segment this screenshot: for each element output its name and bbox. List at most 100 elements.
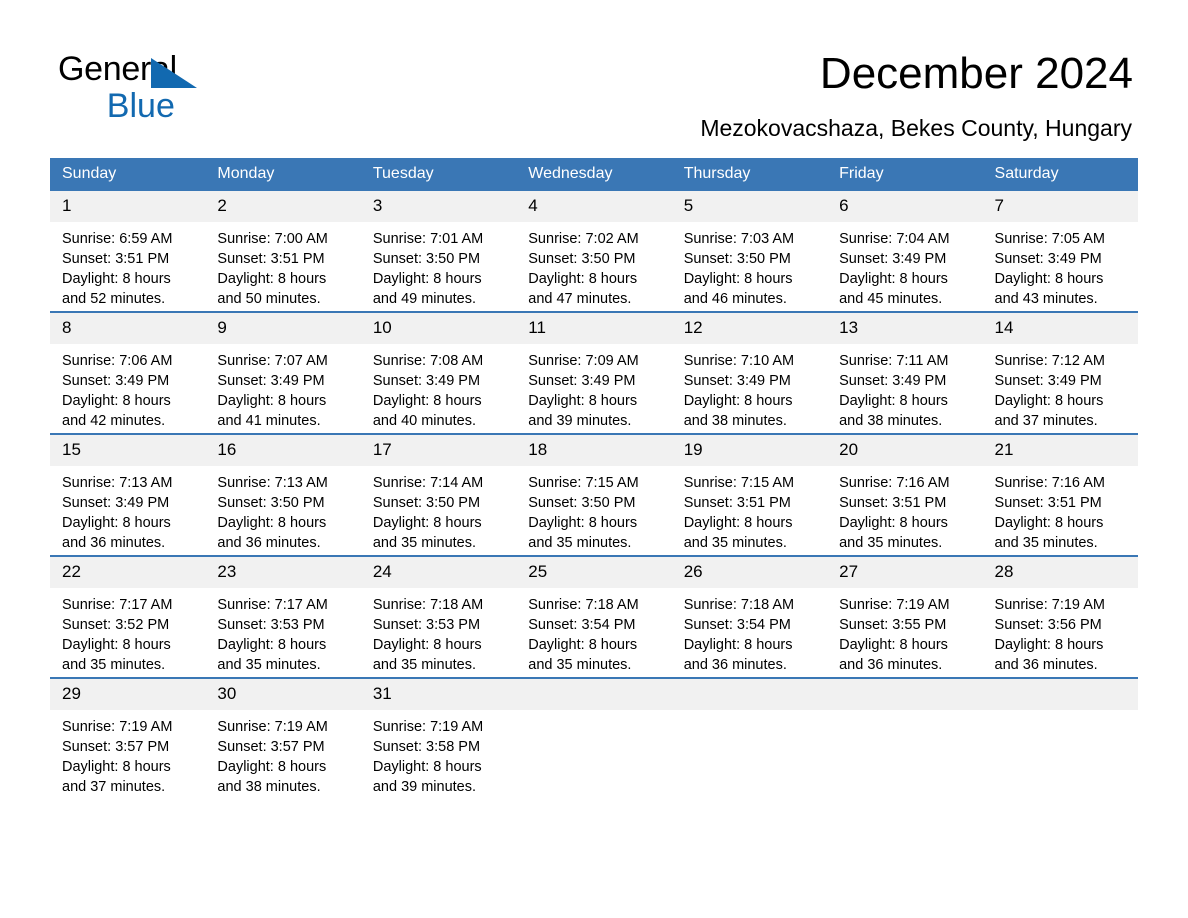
sunrise-text: Sunrise: 7:05 AM: [994, 231, 1105, 247]
daylight-text-line2: and 35 minutes.: [372, 657, 477, 673]
day-details: [516, 710, 671, 717]
calendar-week-row: 1 Sunrise: 6:59 AM Sunset: 3:51 PM Dayli…: [50, 191, 1138, 312]
day-details: Sunrise: 7:19 AM Sunset: 3:57 PM Dayligh…: [205, 710, 360, 797]
day-details: Sunrise: 7:18 AM Sunset: 3:54 PM Dayligh…: [672, 588, 827, 675]
day-cell[interactable]: 9 Sunrise: 7:07 AM Sunset: 3:49 PM Dayli…: [205, 311, 361, 434]
day-cell[interactable]: 27 Sunrise: 7:19 AM Sunset: 3:55 PM Dayl…: [827, 555, 983, 678]
day-cell[interactable]: 13 Sunrise: 7:11 AM Sunset: 3:49 PM Dayl…: [827, 311, 983, 434]
day-cell[interactable]: 29 Sunrise: 7:19 AM Sunset: 3:57 PM Dayl…: [50, 677, 206, 799]
day-number: 23: [205, 557, 361, 588]
day-cell[interactable]: 10 Sunrise: 7:08 AM Sunset: 3:49 PM Dayl…: [360, 311, 517, 434]
day-cell[interactable]: 14 Sunrise: 7:12 AM Sunset: 3:49 PM Dayl…: [982, 311, 1138, 434]
day-number: 7: [982, 191, 1138, 222]
sunrise-text: Sunrise: 7:16 AM: [994, 475, 1105, 491]
day-details: Sunrise: 7:19 AM Sunset: 3:56 PM Dayligh…: [983, 588, 1138, 675]
day-cell[interactable]: 31 Sunrise: 7:19 AM Sunset: 3:58 PM Dayl…: [360, 677, 517, 799]
day-cell[interactable]: 21 Sunrise: 7:16 AM Sunset: 3:51 PM Dayl…: [982, 433, 1138, 556]
day-cell[interactable]: 1 Sunrise: 6:59 AM Sunset: 3:51 PM Dayli…: [50, 191, 206, 312]
daylight-text-line2: and 42 minutes.: [62, 413, 166, 429]
day-cell[interactable]: 28 Sunrise: 7:19 AM Sunset: 3:56 PM Dayl…: [982, 555, 1138, 678]
sunrise-text: Sunrise: 7:19 AM: [372, 719, 484, 735]
sunrise-text: Sunrise: 7:19 AM: [62, 719, 173, 735]
day-cell[interactable]: 24 Sunrise: 7:18 AM Sunset: 3:53 PM Dayl…: [360, 555, 517, 678]
sunrise-text: Sunrise: 7:04 AM: [839, 231, 950, 247]
daylight-text-line1: Daylight: 8 hours: [62, 515, 171, 531]
daylight-text-line2: and 37 minutes.: [62, 779, 166, 795]
sunset-text: Sunset: 3:50 PM: [528, 495, 636, 511]
day-details: Sunrise: 7:10 AM Sunset: 3:49 PM Dayligh…: [672, 344, 827, 431]
sunrise-text: Sunrise: 7:11 AM: [839, 353, 949, 369]
day-number: 28: [982, 557, 1138, 588]
sunrise-text: Sunrise: 7:13 AM: [62, 475, 173, 491]
daylight-text-line1: Daylight: 8 hours: [62, 637, 171, 653]
sunset-text: Sunset: 3:53 PM: [217, 617, 325, 633]
day-cell[interactable]: 22 Sunrise: 7:17 AM Sunset: 3:52 PM Dayl…: [50, 555, 206, 678]
logo-text-general: General: [58, 52, 197, 88]
day-cell[interactable]: 6 Sunrise: 7:04 AM Sunset: 3:49 PM Dayli…: [827, 191, 983, 312]
day-cell[interactable]: 12 Sunrise: 7:10 AM Sunset: 3:49 PM Dayl…: [671, 311, 828, 434]
sunset-text: Sunset: 3:57 PM: [62, 739, 170, 755]
sunrise-text: Sunrise: 7:18 AM: [528, 597, 639, 613]
day-cell[interactable]: 30 Sunrise: 7:19 AM Sunset: 3:57 PM Dayl…: [205, 677, 361, 799]
day-number: 29: [50, 679, 206, 710]
day-cell[interactable]: 19 Sunrise: 7:15 AM Sunset: 3:51 PM Dayl…: [671, 433, 828, 556]
weekday-header-monday: Monday: [205, 158, 361, 191]
day-details: Sunrise: 7:07 AM Sunset: 3:49 PM Dayligh…: [205, 344, 360, 431]
daylight-text-line1: Daylight: 8 hours: [217, 759, 327, 775]
sunset-text: Sunset: 3:49 PM: [528, 373, 636, 389]
sunrise-text: Sunrise: 7:19 AM: [994, 597, 1105, 613]
day-number: [671, 679, 828, 710]
page-subtitle: Mezokovacshaza, Bekes County, Hungary: [700, 115, 1132, 141]
sunrise-text: Sunrise: 7:01 AM: [372, 231, 484, 247]
day-number: 31: [360, 679, 517, 710]
sunset-text: Sunset: 3:49 PM: [372, 373, 481, 389]
daylight-text-line1: Daylight: 8 hours: [217, 393, 327, 409]
day-number: 30: [205, 679, 361, 710]
weekday-header-thursday: Thursday: [671, 158, 828, 191]
day-details: Sunrise: 7:19 AM Sunset: 3:55 PM Dayligh…: [827, 588, 982, 675]
day-number: 1: [50, 191, 206, 222]
day-number: 24: [360, 557, 517, 588]
sunset-text: Sunset: 3:50 PM: [217, 495, 325, 511]
day-cell[interactable]: 25 Sunrise: 7:18 AM Sunset: 3:54 PM Dayl…: [516, 555, 672, 678]
day-cell[interactable]: 7 Sunrise: 7:05 AM Sunset: 3:49 PM Dayli…: [982, 191, 1138, 312]
day-cell[interactable]: 3 Sunrise: 7:01 AM Sunset: 3:50 PM Dayli…: [360, 191, 517, 312]
day-cell[interactable]: 4 Sunrise: 7:02 AM Sunset: 3:50 PM Dayli…: [516, 191, 672, 312]
daylight-text-line2: and 37 minutes.: [994, 413, 1098, 429]
day-details: Sunrise: 7:00 AM Sunset: 3:51 PM Dayligh…: [205, 222, 360, 309]
sunrise-text: Sunrise: 7:19 AM: [839, 597, 950, 613]
day-details: Sunrise: 7:01 AM Sunset: 3:50 PM Dayligh…: [361, 222, 516, 309]
day-cell-empty: [982, 677, 1138, 799]
day-cell[interactable]: 2 Sunrise: 7:00 AM Sunset: 3:51 PM Dayli…: [205, 191, 361, 312]
daylight-text-line2: and 52 minutes.: [62, 291, 166, 307]
sunset-text: Sunset: 3:51 PM: [683, 495, 791, 511]
day-number: 19: [671, 435, 828, 466]
sunset-text: Sunset: 3:50 PM: [372, 251, 481, 267]
day-number: 12: [671, 313, 828, 344]
day-cell[interactable]: 23 Sunrise: 7:17 AM Sunset: 3:53 PM Dayl…: [205, 555, 361, 678]
day-cell[interactable]: 16 Sunrise: 7:13 AM Sunset: 3:50 PM Dayl…: [205, 433, 361, 556]
day-details: Sunrise: 7:17 AM Sunset: 3:52 PM Dayligh…: [50, 588, 205, 675]
day-number: 18: [516, 435, 672, 466]
day-cell[interactable]: 26 Sunrise: 7:18 AM Sunset: 3:54 PM Dayl…: [671, 555, 828, 678]
day-details: Sunrise: 7:17 AM Sunset: 3:53 PM Dayligh…: [205, 588, 360, 675]
sunrise-text: Sunrise: 7:00 AM: [217, 231, 328, 247]
daylight-text-line2: and 36 minutes.: [683, 657, 787, 673]
day-cell[interactable]: 18 Sunrise: 7:15 AM Sunset: 3:50 PM Dayl…: [516, 433, 672, 556]
day-number: [982, 679, 1138, 710]
daylight-text-line2: and 45 minutes.: [839, 291, 943, 307]
day-cell[interactable]: 17 Sunrise: 7:14 AM Sunset: 3:50 PM Dayl…: [360, 433, 517, 556]
general-blue-logo[interactable]: General Blue: [58, 52, 197, 125]
day-number: 26: [671, 557, 828, 588]
day-cell[interactable]: 20 Sunrise: 7:16 AM Sunset: 3:51 PM Dayl…: [827, 433, 983, 556]
daylight-text-line2: and 39 minutes.: [528, 413, 632, 429]
sunset-text: Sunset: 3:49 PM: [683, 373, 791, 389]
weekday-header-friday: Friday: [827, 158, 983, 191]
day-cell[interactable]: 15 Sunrise: 7:13 AM Sunset: 3:49 PM Dayl…: [50, 433, 206, 556]
day-cell[interactable]: 8 Sunrise: 7:06 AM Sunset: 3:49 PM Dayli…: [50, 311, 206, 434]
day-cell[interactable]: 5 Sunrise: 7:03 AM Sunset: 3:50 PM Dayli…: [671, 191, 828, 312]
sunrise-text: Sunrise: 7:17 AM: [62, 597, 173, 613]
sunset-text: Sunset: 3:54 PM: [683, 617, 791, 633]
day-cell[interactable]: 11 Sunrise: 7:09 AM Sunset: 3:49 PM Dayl…: [516, 311, 672, 434]
sunrise-text: Sunrise: 7:13 AM: [217, 475, 328, 491]
